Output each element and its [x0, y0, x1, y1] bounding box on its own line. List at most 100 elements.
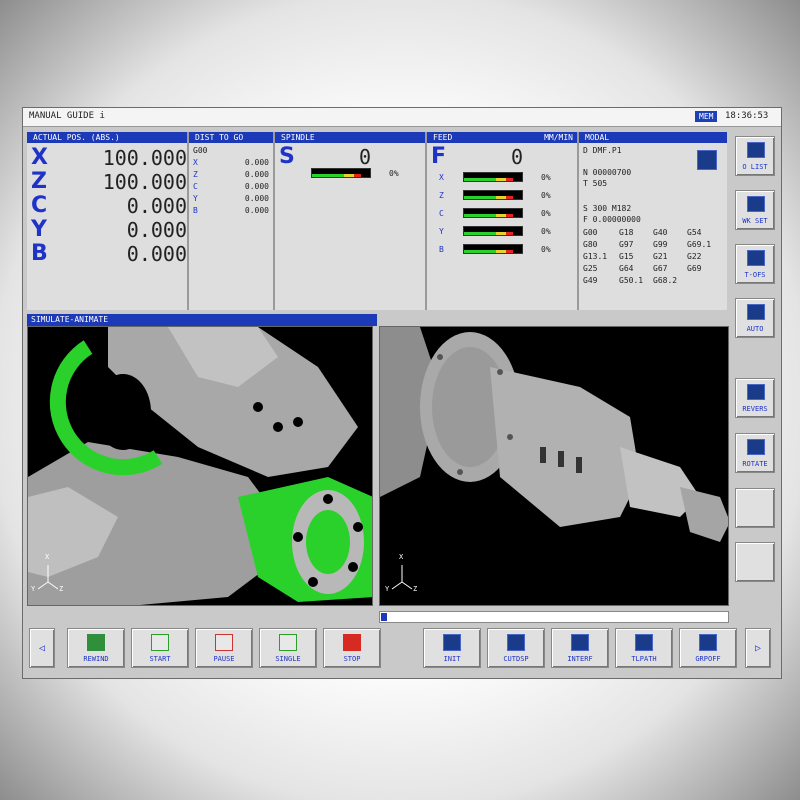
dist-to-go-row: C 0.000	[193, 181, 269, 193]
program-list-icon	[747, 142, 765, 158]
axis-value: 0.000	[126, 194, 187, 218]
softkey-rewind[interactable]: REWIND	[67, 628, 125, 668]
app-title: MANUAL GUIDE i	[29, 111, 105, 121]
rewind-icon	[87, 634, 105, 651]
gcode-cell: G80	[583, 240, 598, 249]
dist-to-go-code: G00	[193, 146, 208, 155]
feed-value: 0	[511, 145, 524, 169]
init-icon	[443, 634, 461, 651]
softkey-tlpath[interactable]: TLPATH	[615, 628, 673, 668]
modal-t-line: T 505	[583, 179, 608, 188]
load-fill	[464, 232, 496, 235]
load-fill-danger	[354, 174, 361, 177]
single-step-icon	[279, 634, 297, 651]
load-fill-danger	[506, 214, 513, 217]
load-fill	[464, 178, 496, 181]
gcode-cell: G00	[583, 228, 598, 237]
axis-label: B	[31, 241, 48, 266]
feed-load-bar	[463, 226, 523, 236]
spindle-load-pct: 0%	[389, 169, 399, 178]
softkey-label: WK SET	[742, 217, 768, 225]
feed-load-bar	[463, 172, 523, 182]
spindle-letter: S	[279, 144, 295, 169]
axis-label: Z	[193, 170, 198, 179]
softkey-interf[interactable]: INTERF	[551, 628, 609, 668]
dist-to-go-row: B 0.000	[193, 205, 269, 217]
feed-axis-label: Y	[439, 227, 444, 236]
load-fill	[464, 250, 496, 253]
modal-s-line: S 300 M182	[583, 204, 632, 213]
softkey-label: TLPATH	[631, 655, 657, 663]
triad-z-label: Z	[413, 585, 418, 593]
feed-unit: MM/MIN	[544, 133, 573, 142]
actual-position-header: ACTUAL POS. (ABS.)	[27, 132, 187, 143]
page-left-arrow[interactable]: ◁	[29, 628, 55, 668]
mode-badge: MEM	[695, 111, 718, 122]
gcode-cell: G69	[687, 264, 702, 273]
softkey-init[interactable]: INIT	[423, 628, 481, 668]
softkey-wk-set[interactable]: WK SET	[735, 190, 775, 230]
feed-axis-label: X	[439, 173, 444, 182]
softkey-blank[interactable]	[735, 488, 775, 528]
gcode-cell: G15	[619, 252, 634, 261]
load-fill-danger	[506, 178, 513, 181]
softkey-pause[interactable]: PAUSE	[195, 628, 253, 668]
softkey-start[interactable]: START	[131, 628, 189, 668]
softkey-t-ofs[interactable]: T-OFS	[735, 244, 775, 284]
axis-value: 0.000	[126, 242, 187, 266]
softkey-revers[interactable]: REVERS	[735, 378, 775, 418]
feed-load-pct: 0%	[541, 173, 551, 182]
actual-pos-row: B 0.000	[31, 241, 187, 267]
spindle-load-bar	[311, 168, 371, 178]
scroll-thumb[interactable]	[381, 613, 387, 621]
load-fill-danger	[506, 232, 513, 235]
reverse-icon	[747, 384, 765, 400]
softkey-label: SINGLE	[275, 655, 301, 663]
gcode-cell: G67	[653, 264, 668, 273]
softkey-label: INTERF	[567, 655, 593, 663]
gcode-cell: G64	[619, 264, 634, 273]
graphics-off-icon	[699, 634, 717, 651]
gcode-cell: G22	[687, 252, 702, 261]
title-bar: MANUAL GUIDE i MEM 18:36:53	[23, 108, 781, 127]
axis-value: 0.000	[244, 194, 269, 203]
simulation-view-left[interactable]: X Y Z	[27, 326, 373, 606]
dist-to-go-panel: DIST TO GO G00 X 0.000 Z 0.000 C 0.000 Y 0.0…	[189, 132, 273, 310]
softkey-label: ROTATE	[742, 460, 768, 468]
load-fill	[464, 196, 496, 199]
gcode-cell: G50.1	[619, 276, 644, 285]
softkey-stop[interactable]: STOP	[323, 628, 381, 668]
axis-label: C	[31, 193, 48, 218]
axis-label: Y	[193, 194, 198, 203]
gcode-cell: G49	[583, 276, 598, 285]
rotate-icon	[747, 439, 765, 455]
spindle-panel: SPINDLE S 0 0%	[275, 132, 425, 310]
gcode-cell: G69.1	[687, 240, 712, 249]
axis-label: B	[193, 206, 198, 215]
actual-position-panel: ACTUAL POS. (ABS.) X 100.000 Z 100.000 C 0.…	[27, 132, 187, 310]
softkey-o-list[interactable]: O LIST	[735, 136, 775, 176]
softkey-rotate[interactable]: ROTATE	[735, 433, 775, 473]
softkey-grpoff[interactable]: GRPOFF	[679, 628, 737, 668]
axis-value: 0.000	[244, 206, 269, 215]
work-set-icon	[747, 196, 765, 212]
modal-panel: MODAL D DMF.P1 N 00000700 T 505 S 300 M1…	[579, 132, 727, 310]
gcode-cell: G25	[583, 264, 598, 273]
axis-value: 0.000	[126, 218, 187, 242]
gcode-cell: G99	[653, 240, 668, 249]
softkey-single[interactable]: SINGLE	[259, 628, 317, 668]
feed-load-pct: 0%	[541, 227, 551, 236]
softkey-blank[interactable]	[735, 542, 775, 582]
softkey-auto[interactable]: AUTO	[735, 298, 775, 338]
horizontal-scrollbar[interactable]	[379, 611, 729, 623]
load-fill-caution	[496, 178, 506, 181]
dist-to-go-row: Z 0.000	[193, 169, 269, 181]
axis-label: C	[193, 182, 198, 191]
softkey-cutdsp[interactable]: CUTDSP	[487, 628, 545, 668]
axis-label: Y	[31, 217, 47, 242]
softkey-label: AUTO	[746, 325, 764, 333]
simulation-view-right[interactable]: X Y Z	[379, 326, 729, 606]
triad-z-label: Z	[59, 585, 64, 593]
triad-y-label: Y	[31, 585, 36, 593]
page-right-arrow[interactable]: ▷	[745, 628, 771, 668]
